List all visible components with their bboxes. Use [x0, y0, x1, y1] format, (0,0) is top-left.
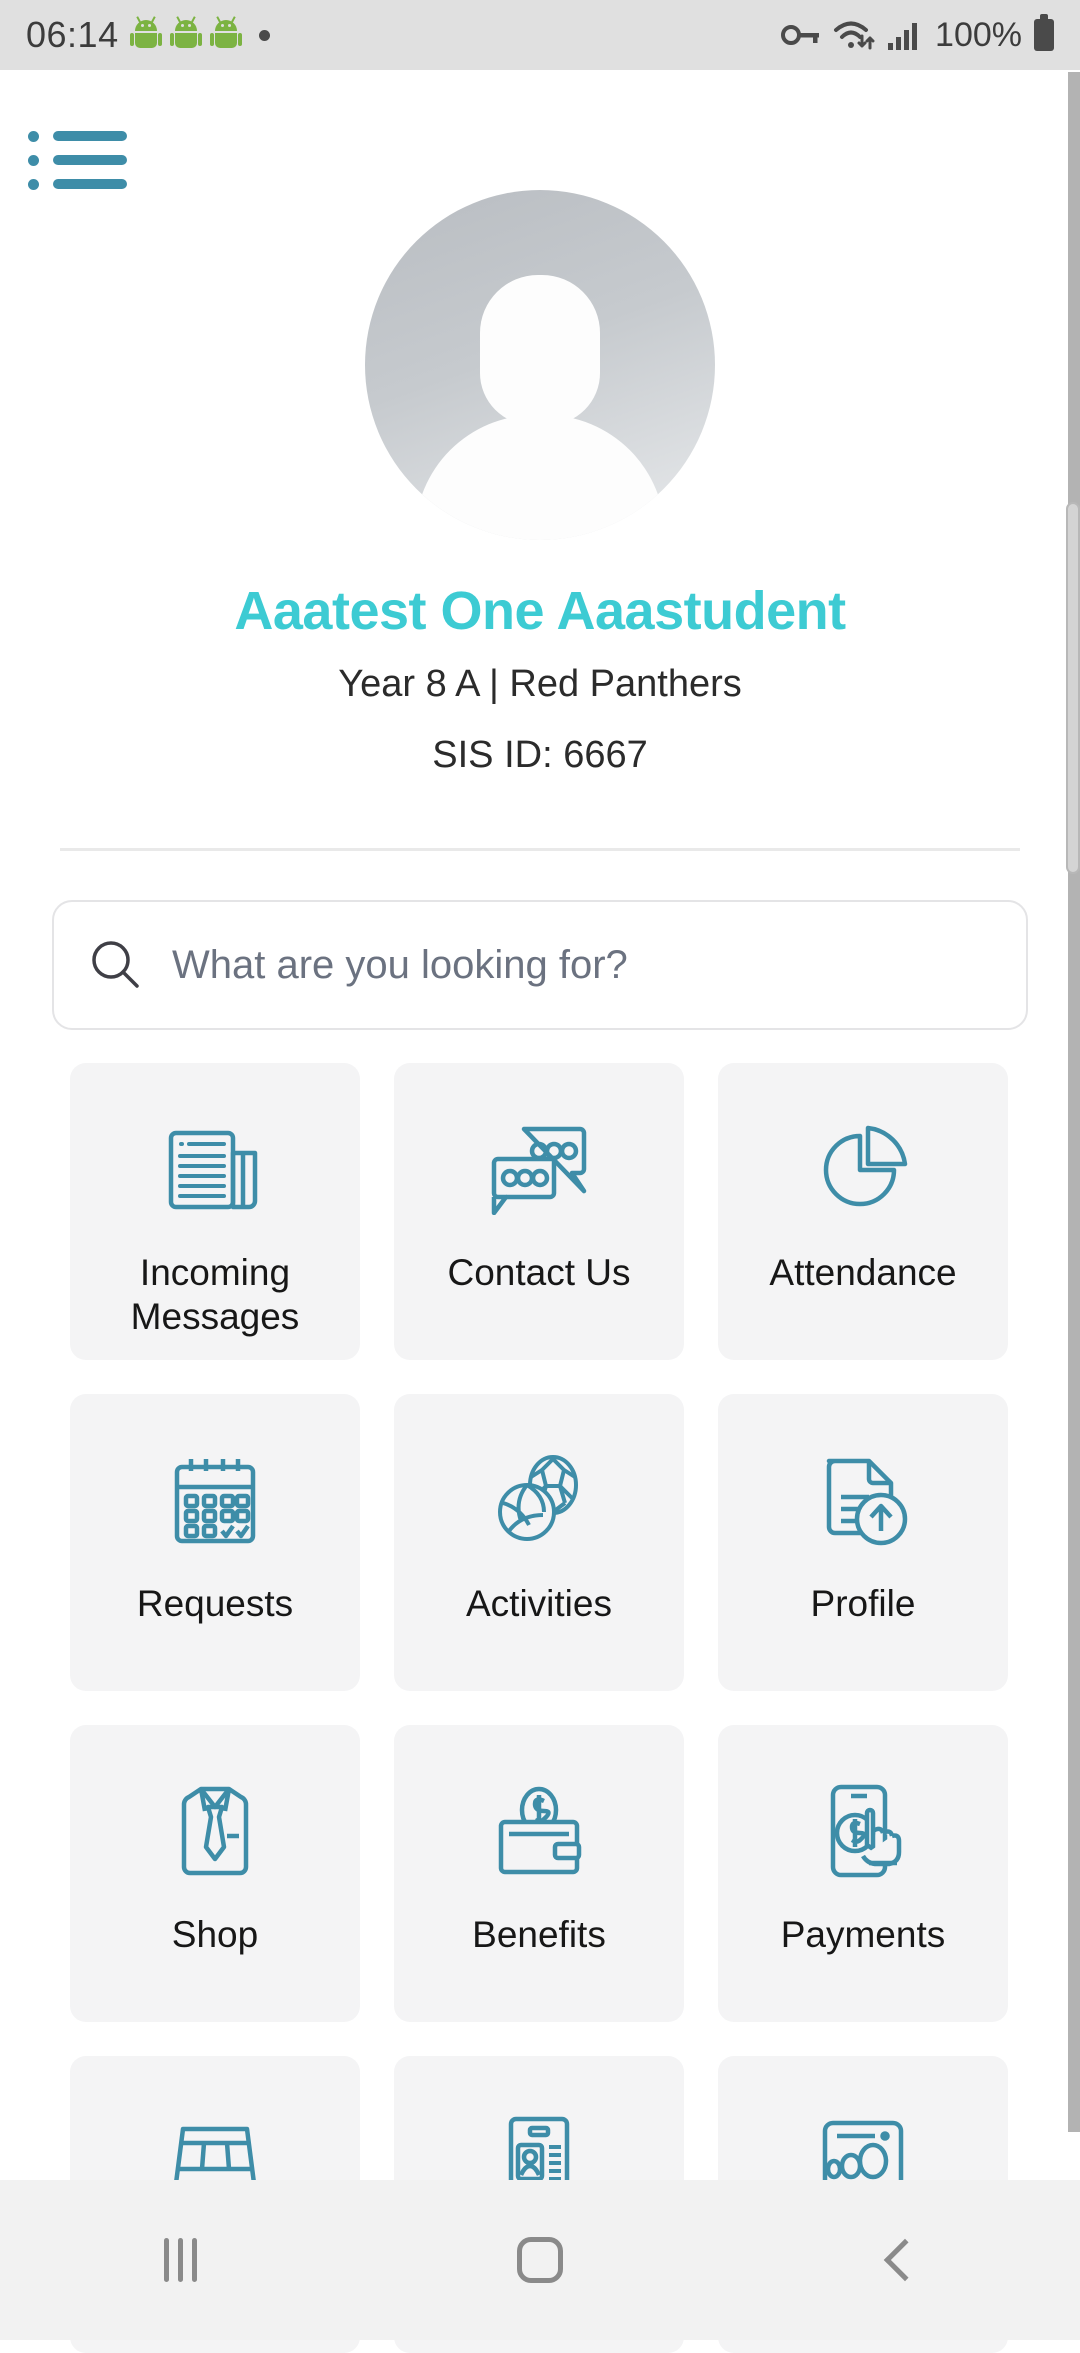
tile-label: Profile [810, 1583, 916, 1624]
phone-tap-pay-icon [817, 1777, 909, 1887]
scrollbar-thumb[interactable] [1066, 502, 1080, 874]
sports-balls-icon [491, 1446, 587, 1556]
list-menu-icon[interactable] [24, 115, 134, 205]
tile-contact-us[interactable]: Contact Us [394, 1063, 684, 1360]
tile-attendance[interactable]: Attendance [718, 1063, 1008, 1360]
status-bar-left: 06:14 [26, 14, 270, 56]
wifi-icon [834, 21, 875, 50]
profile-sis-id: SIS ID: 6667 [432, 734, 648, 776]
calendar-check-icon [169, 1446, 261, 1556]
default-person-avatar[interactable] [365, 190, 715, 540]
tile-label: Activities [466, 1583, 612, 1624]
tile-payments[interactable]: Payments [718, 1725, 1008, 2022]
avatar-shoulders [415, 415, 665, 540]
android-robot-icon [129, 16, 162, 50]
document-upload-icon [817, 1446, 909, 1556]
back-icon[interactable] [800, 2180, 1000, 2340]
android-navigation-bar [0, 2180, 1080, 2340]
tile-incoming-messages[interactable]: Incoming Messages [70, 1063, 360, 1360]
app-tile-grid: Incoming Messages Contact Us Attendance … [70, 1063, 1016, 2353]
wallet-coin-icon [491, 1777, 587, 1887]
status-bar: 06:14 100% [0, 0, 1080, 70]
shirt-tie-icon [170, 1777, 260, 1887]
divider [60, 848, 1020, 851]
tile-activities[interactable]: Activities [394, 1394, 684, 1691]
page-title: Aaatest One Aaastudent [234, 581, 846, 641]
newspaper-icon [167, 1115, 263, 1225]
status-bar-clock: 06:14 [26, 14, 119, 55]
tile-label: Incoming Messages [130, 1252, 300, 1337]
search-icon [92, 941, 139, 988]
pie-chart-icon [815, 1115, 911, 1225]
tile-requests[interactable]: Requests [70, 1394, 360, 1691]
recents-icon[interactable] [80, 2180, 280, 2340]
tile-label: Shop [171, 1914, 259, 1955]
cellular-signal-icon [888, 23, 918, 50]
battery-icon [1034, 14, 1054, 51]
home-icon[interactable] [440, 2180, 640, 2340]
tile-label: Benefits [472, 1914, 606, 1955]
search-bar[interactable] [52, 900, 1028, 1030]
chat-bubbles-icon [490, 1115, 588, 1225]
tile-label: Requests [136, 1583, 294, 1624]
android-robot-icon [169, 16, 202, 50]
tile-label: Contact Us [447, 1252, 631, 1293]
battery-percent-label: 100% [935, 15, 1022, 54]
avatar-head [480, 275, 600, 425]
android-robot-icon [209, 16, 242, 50]
tile-label: Attendance [769, 1252, 957, 1293]
search-input[interactable] [172, 942, 990, 988]
dot-icon [258, 29, 270, 41]
menu-row [28, 178, 134, 190]
scrollbar-track[interactable] [1066, 72, 1080, 2132]
tile-label: Payments [780, 1914, 946, 1955]
tile-profile[interactable]: Profile [718, 1394, 1008, 1691]
tile-benefits[interactable]: Benefits [394, 1725, 684, 2022]
profile-class-info: Year 8 A | Red Panthers [338, 663, 742, 705]
menu-row [28, 154, 134, 166]
tile-shop[interactable]: Shop [70, 1725, 360, 2022]
status-bar-right: 100% [781, 14, 1054, 55]
vpn-key-icon [781, 25, 820, 45]
menu-row [28, 130, 134, 142]
